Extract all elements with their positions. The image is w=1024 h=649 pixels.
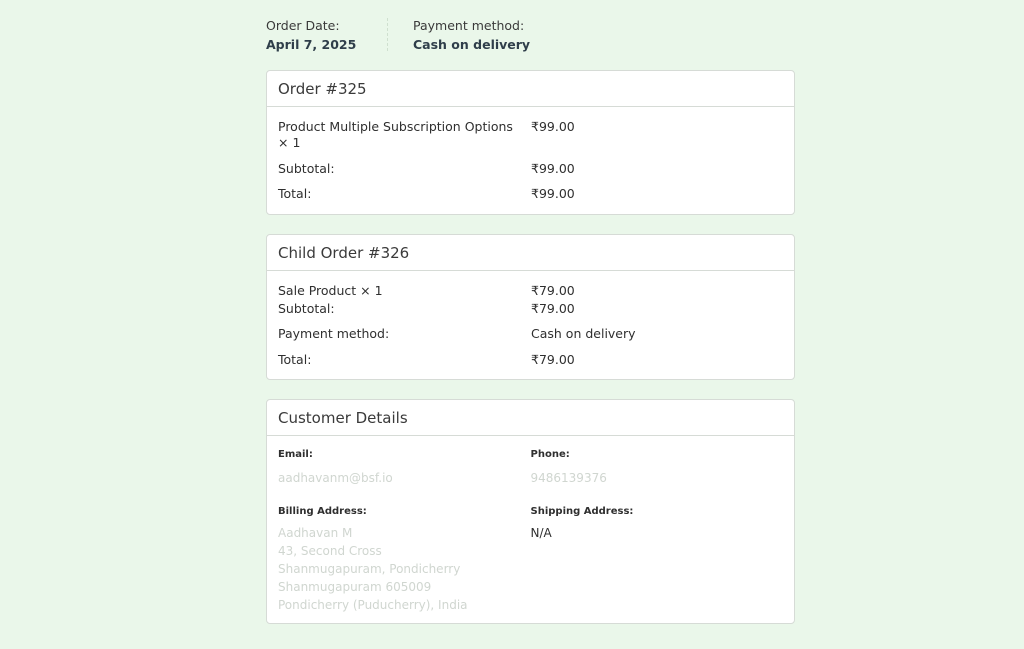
customer-details-title: Customer Details bbox=[267, 400, 794, 436]
shipping-address-label: Shipping Address: bbox=[530, 506, 634, 517]
billing-address-line: Shanmugapuram, Pondicherry bbox=[278, 562, 461, 576]
child-order-card: Child Order #326 Sale Product × 1 ₹79.00… bbox=[266, 234, 795, 380]
child-order-total-value: ₹79.00 bbox=[531, 352, 575, 367]
order-date-label: Order Date: bbox=[266, 18, 340, 33]
order-item-label: Product Multiple Subscription Options bbox=[278, 119, 513, 134]
child-order-item: Sale Product × 1 bbox=[278, 283, 383, 298]
billing-address-lines: Aadhavan M 43, Second Cross Shanmugapura… bbox=[278, 524, 531, 614]
customer-contact-row: Email: aadhavanm@bsf.io Phone: 948613937… bbox=[267, 449, 794, 487]
order-item-price: ₹99.00 bbox=[531, 119, 575, 134]
billing-address-block: Billing Address: Aadhavan M 43, Second C… bbox=[278, 506, 531, 614]
payment-method-label: Payment method: bbox=[413, 18, 525, 33]
order-item-row: Product Multiple Subscription Options × … bbox=[278, 119, 783, 151]
order-card: Order #325 Product Multiple Subscription… bbox=[266, 70, 795, 215]
billing-address-line: Pondicherry (Puducherry), India bbox=[278, 598, 468, 612]
order-date-value: April 7, 2025 bbox=[266, 37, 357, 52]
order-meta: Order Date: April 7, 2025 Payment method… bbox=[266, 0, 795, 70]
order-subtotal-value: ₹99.00 bbox=[531, 161, 575, 176]
customer-email-block: Email: aadhavanm@bsf.io bbox=[278, 449, 531, 487]
order-date-block: Order Date: April 7, 2025 bbox=[266, 18, 388, 52]
child-order-item-row: Sale Product × 1 ₹79.00 bbox=[278, 283, 783, 299]
order-total-value: ₹99.00 bbox=[531, 186, 575, 201]
child-order-total-row: Total: ₹79.00 bbox=[278, 352, 783, 368]
order-page: Order Date: April 7, 2025 Payment method… bbox=[266, 0, 795, 624]
payment-method-block: Payment method: Cash on delivery bbox=[388, 18, 530, 70]
shipping-address-block: Shipping Address: N/A bbox=[531, 506, 784, 614]
shipping-address-value: N/A bbox=[530, 526, 552, 540]
order-item-name: Product Multiple Subscription Options × … bbox=[278, 119, 531, 151]
billing-address-line: Shanmugapuram 605009 bbox=[278, 580, 432, 594]
order-total-label: Total: bbox=[278, 186, 312, 201]
child-order-payment-row: Payment method: Cash on delivery bbox=[278, 326, 783, 342]
child-order-subtotal-label: Subtotal: bbox=[278, 301, 335, 316]
order-subtotal-row: Subtotal: ₹99.00 bbox=[278, 161, 783, 177]
customer-details-card: Customer Details Email: aadhavanm@bsf.io… bbox=[266, 399, 795, 624]
order-title: Order #325 bbox=[267, 71, 794, 107]
order-subtotal-label: Subtotal: bbox=[278, 161, 335, 176]
customer-address-row: Billing Address: Aadhavan M 43, Second C… bbox=[267, 506, 794, 614]
order-total-row: Total: ₹99.00 bbox=[278, 186, 783, 202]
child-order-subtotal-row: Subtotal: ₹79.00 bbox=[278, 301, 783, 317]
billing-address-line: 43, Second Cross bbox=[278, 544, 382, 558]
customer-email-value[interactable]: aadhavanm@bsf.io bbox=[278, 469, 531, 487]
billing-address-label: Billing Address: bbox=[278, 506, 367, 517]
payment-method-value: Cash on delivery bbox=[413, 37, 531, 52]
order-item-qty: × 1 bbox=[278, 135, 301, 150]
billing-address-line: Aadhavan M bbox=[278, 526, 353, 540]
child-order-title: Child Order #326 bbox=[267, 235, 794, 271]
customer-email-label: Email: bbox=[278, 449, 313, 460]
customer-phone-block: Phone: 9486139376 bbox=[531, 449, 784, 487]
customer-phone-value[interactable]: 9486139376 bbox=[531, 469, 784, 487]
child-order-total-label: Total: bbox=[278, 352, 312, 367]
child-order-subtotal-value: ₹79.00 bbox=[531, 301, 575, 316]
child-order-item-price: ₹79.00 bbox=[531, 283, 575, 298]
child-order-payment-label: Payment method: bbox=[278, 326, 390, 341]
customer-phone-label: Phone: bbox=[530, 449, 570, 460]
child-order-payment-value: Cash on delivery bbox=[531, 326, 636, 341]
